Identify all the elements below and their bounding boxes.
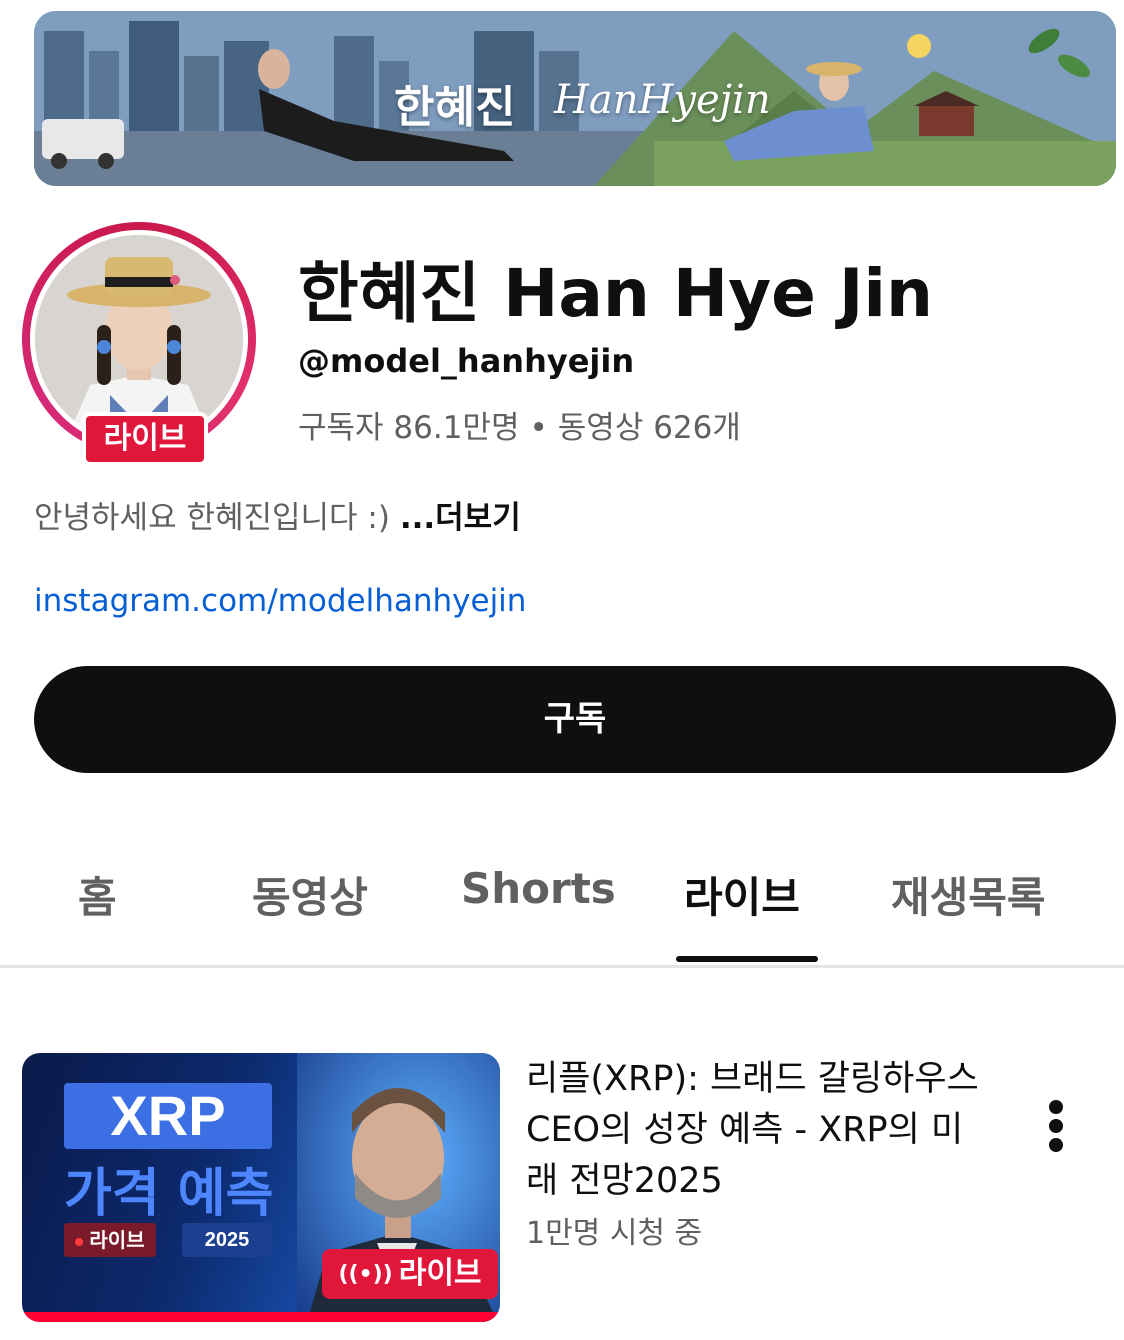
tab-shorts[interactable]: Shorts: [461, 864, 616, 913]
banner-title-korean: 한혜진: [394, 82, 516, 133]
channel-description[interactable]: 안녕하세요 한혜진입니다 :) ...더보기: [34, 492, 521, 537]
live-dot-icon: [75, 1237, 84, 1246]
tab-live[interactable]: 라이브: [684, 864, 800, 925]
channel-banner: 한혜진 HanHyejin: [34, 11, 1116, 186]
channel-handle: @model_hanhyejin: [298, 342, 635, 380]
channel-tabs: 홈 동영상 Shorts 라이브 재생목록: [0, 850, 1124, 968]
tab-playlists[interactable]: 재생목록: [891, 864, 1046, 925]
video-count: 동영상 626개: [557, 410, 741, 446]
banner-title-script: HanHyejin: [554, 77, 771, 123]
live-overlay-badge: ((•)) 라이브: [322, 1249, 498, 1299]
stats-separator: •: [529, 410, 548, 446]
instagram-link[interactable]: instagram.com/modelhanhyejin: [34, 583, 526, 619]
thumb-xrp-label: XRP: [64, 1083, 272, 1149]
tabs-divider: [0, 965, 1124, 968]
avatar-live-badge: 라이브: [82, 412, 208, 466]
thumb-predict-label: 가격 예측: [64, 1164, 274, 1224]
active-tab-indicator: [676, 956, 818, 962]
subscriber-count: 구독자 86.1만명: [298, 410, 520, 446]
more-vert-icon[interactable]: [1040, 1098, 1074, 1154]
more-link[interactable]: ...더보기: [400, 500, 521, 536]
video-title[interactable]: 리플(XRP): 브래드 갈링하우스 CEO의 성장 예측 - XRP의 미래 …: [526, 1054, 986, 1207]
thumb-year-chip: 2025: [182, 1223, 272, 1257]
video-thumbnail[interactable]: XRP 가격 예측 라이브 2025 ((•)) 라이브: [22, 1053, 500, 1322]
live-progress-bar: [22, 1312, 500, 1322]
subscribe-button[interactable]: 구독: [34, 666, 1116, 773]
video-viewers: 1만명 시청 중: [526, 1216, 703, 1251]
channel-stats: 구독자 86.1만명 • 동영상 626개: [298, 402, 741, 447]
channel-avatar[interactable]: 라이브: [22, 222, 262, 466]
channel-name: 한혜진 Han Hye Jin: [298, 255, 934, 332]
thumb-live-chip: 라이브: [64, 1223, 156, 1257]
tab-videos[interactable]: 동영상: [252, 864, 368, 925]
tab-home[interactable]: 홈: [78, 864, 117, 925]
description-text: 안녕하세요 한혜진입니다 :): [34, 500, 390, 536]
live-broadcast-icon: ((•)): [338, 1262, 393, 1287]
